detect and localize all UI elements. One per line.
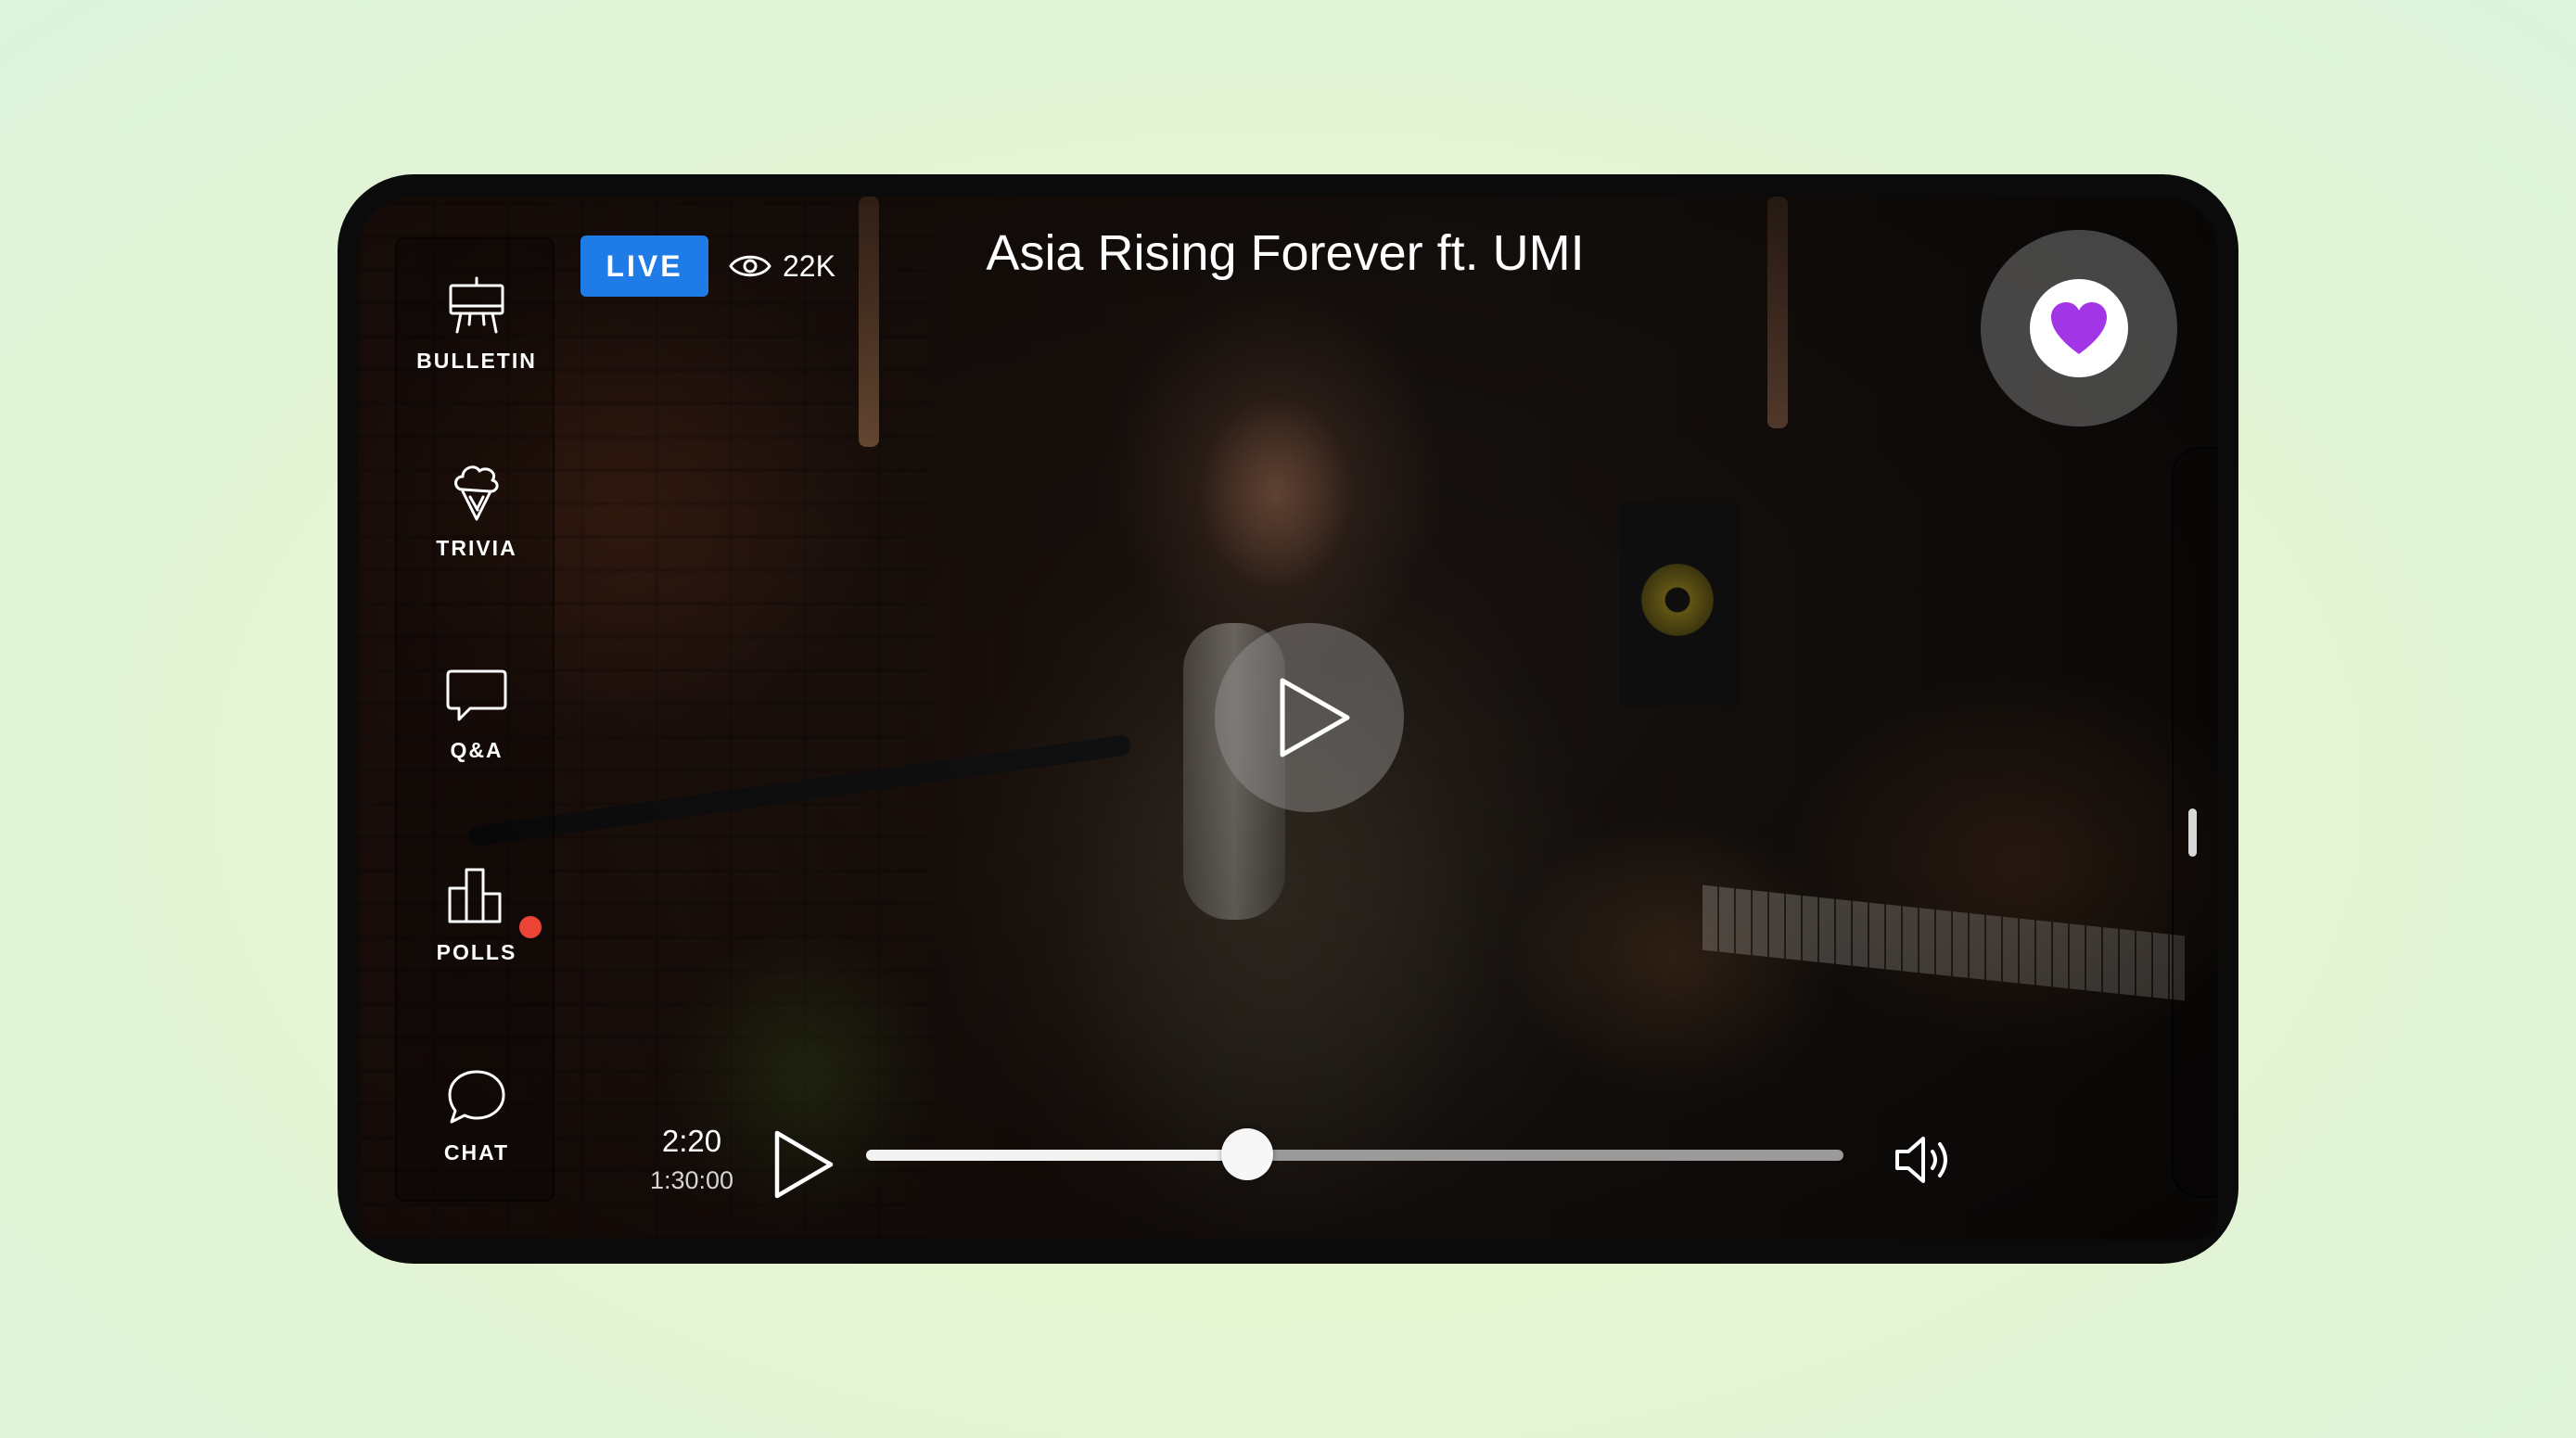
volume-button[interactable] bbox=[1894, 1129, 1955, 1190]
play-icon bbox=[1280, 678, 1350, 757]
sidebar-item-label: BULLETIN bbox=[416, 349, 537, 373]
sidebar-item-chat[interactable]: CHAT bbox=[397, 1064, 556, 1165]
live-badge: LIVE bbox=[580, 235, 708, 297]
center-play-button[interactable] bbox=[1215, 623, 1404, 812]
sidebar-item-label: Q&A bbox=[450, 738, 504, 762]
speech-bubble-icon bbox=[446, 669, 507, 721]
sidebar-item-label: TRIVIA bbox=[436, 536, 517, 560]
current-time: 2:20 bbox=[661, 1124, 722, 1158]
play-button[interactable] bbox=[766, 1127, 840, 1202]
sidebar-item-trivia[interactable]: TRIVIA bbox=[397, 460, 556, 561]
stream-title: Asia Rising Forever ft. UMI bbox=[986, 225, 1585, 281]
eye-icon bbox=[729, 255, 772, 277]
progress-fill bbox=[866, 1150, 1248, 1161]
sidebar-item-polls[interactable]: POLLS bbox=[397, 864, 556, 965]
notification-dot bbox=[519, 916, 542, 938]
chat-bubble-icon bbox=[448, 1070, 505, 1124]
easel-icon bbox=[449, 276, 504, 334]
bar-chart-icon bbox=[448, 868, 502, 923]
device-frame: BULLETIN TRIVIA Q&A POLLS CHAT LIVE 22K … bbox=[338, 174, 2238, 1264]
favorite-button[interactable] bbox=[1981, 230, 2177, 426]
progress-handle[interactable] bbox=[1221, 1128, 1274, 1180]
total-duration: 1:30:00 bbox=[649, 1166, 734, 1194]
sidebar-item-label: POLLS bbox=[436, 940, 517, 964]
progress-bar[interactable] bbox=[866, 1128, 1843, 1180]
heart-icon bbox=[2051, 302, 2107, 354]
sidebar-item-qa[interactable]: Q&A bbox=[397, 662, 556, 763]
sidebar: BULLETIN TRIVIA Q&A POLLS CHAT bbox=[395, 237, 555, 1202]
scroll-handle[interactable] bbox=[2188, 808, 2197, 857]
video-player[interactable]: BULLETIN TRIVIA Q&A POLLS CHAT LIVE 22K … bbox=[358, 197, 2218, 1240]
sidebar-item-bulletin[interactable]: BULLETIN bbox=[397, 273, 556, 374]
sidebar-item-label: CHAT bbox=[443, 1140, 510, 1164]
favorite-button-inner bbox=[2030, 279, 2128, 377]
ice-cream-icon bbox=[454, 465, 499, 521]
play-icon bbox=[774, 1130, 834, 1199]
speaker-volume-icon bbox=[1895, 1137, 1947, 1183]
